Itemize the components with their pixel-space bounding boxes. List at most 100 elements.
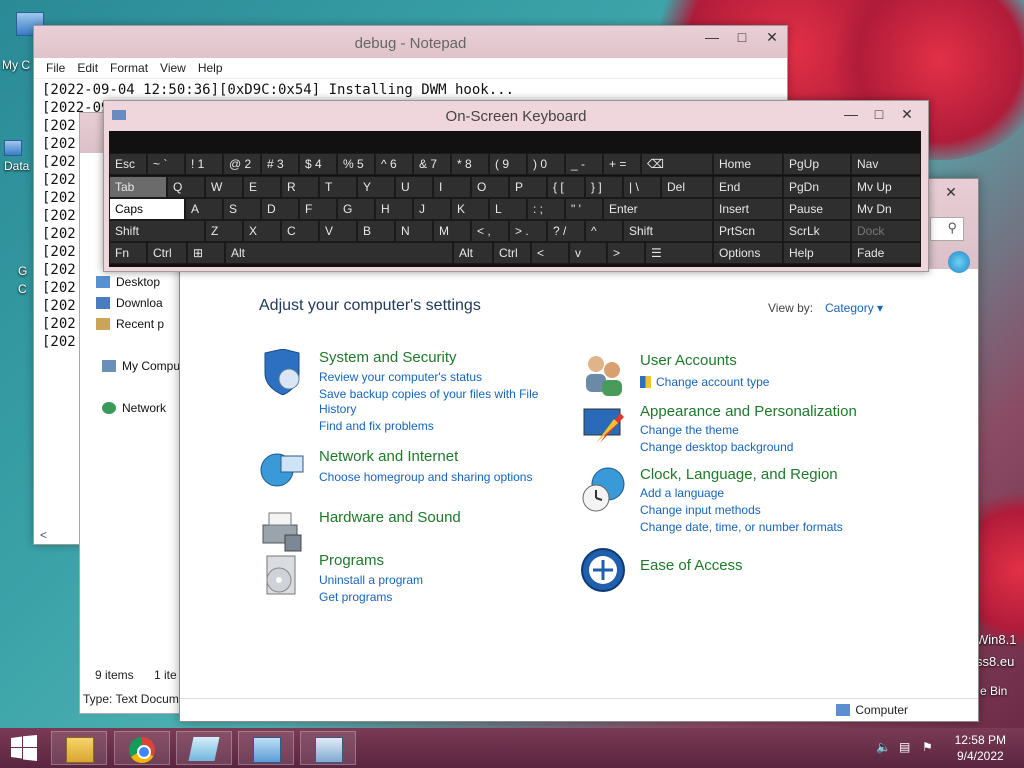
key-[interactable]: + = bbox=[603, 153, 641, 175]
category-title[interactable]: System and Security bbox=[319, 349, 457, 366]
scroll-left-button[interactable]: < bbox=[34, 528, 80, 544]
link-uninstall[interactable]: Uninstall a program bbox=[319, 573, 423, 587]
key-fade[interactable]: Fade bbox=[851, 242, 921, 264]
link-save-backup[interactable]: Save backup copies of your files with Fi… bbox=[319, 387, 538, 401]
menu-file[interactable]: File bbox=[40, 58, 71, 78]
key-0[interactable]: ) 0 bbox=[527, 153, 565, 175]
key-2[interactable]: @ 2 bbox=[223, 153, 261, 175]
menu-edit[interactable]: Edit bbox=[71, 58, 104, 78]
key-v[interactable]: v bbox=[569, 242, 607, 264]
notepad-titlebar[interactable]: debug - Notepad — □ ✕ bbox=[34, 26, 787, 58]
key-n[interactable]: N bbox=[395, 220, 433, 242]
link-date-time-formats[interactable]: Change date, time, or number formats bbox=[640, 520, 843, 534]
key-a[interactable]: A bbox=[185, 198, 223, 220]
key-help[interactable]: Help bbox=[783, 242, 851, 264]
key-7[interactable]: & 7 bbox=[413, 153, 451, 175]
network-tray-icon[interactable]: ▤ bbox=[899, 740, 913, 754]
key-ctrl[interactable]: Ctrl bbox=[493, 242, 531, 264]
key-enter[interactable]: Enter bbox=[603, 198, 713, 220]
key-y[interactable]: Y bbox=[357, 176, 395, 198]
key-caps[interactable]: Caps bbox=[109, 198, 185, 220]
search-input[interactable]: ⚲ bbox=[930, 217, 964, 241]
key-mv-up[interactable]: Mv Up bbox=[851, 176, 921, 198]
taskbar-chrome[interactable] bbox=[114, 731, 170, 765]
key-ctrl[interactable]: Ctrl bbox=[147, 242, 187, 264]
key-w[interactable]: W bbox=[205, 176, 243, 198]
key-5[interactable]: % 5 bbox=[337, 153, 375, 175]
key-1[interactable]: ! 1 bbox=[185, 153, 223, 175]
key-end[interactable]: End bbox=[713, 176, 783, 198]
key-v[interactable]: V bbox=[319, 220, 357, 242]
category-title[interactable]: Appearance and Personalization bbox=[640, 403, 857, 420]
key-tab[interactable]: Tab bbox=[109, 176, 167, 198]
link-get-programs[interactable]: Get programs bbox=[319, 590, 392, 604]
key-[interactable]: < bbox=[531, 242, 569, 264]
minimize-button[interactable]: — bbox=[836, 103, 866, 125]
key-d[interactable]: D bbox=[261, 198, 299, 220]
desktop-icon-c[interactable]: C bbox=[18, 282, 27, 296]
key-[interactable]: > . bbox=[509, 220, 547, 242]
taskbar-notepad[interactable] bbox=[176, 731, 232, 765]
key-i[interactable]: I bbox=[433, 176, 471, 198]
key-[interactable]: ^ bbox=[585, 220, 623, 242]
key-alt[interactable]: Alt bbox=[453, 242, 493, 264]
key-j[interactable]: J bbox=[413, 198, 451, 220]
close-button[interactable]: ✕ bbox=[936, 181, 966, 203]
key-esc[interactable]: Esc bbox=[109, 153, 147, 175]
link-input-methods[interactable]: Change input methods bbox=[640, 503, 761, 517]
key-del[interactable]: Del bbox=[661, 176, 713, 198]
category-title[interactable]: Network and Internet bbox=[319, 448, 458, 465]
category-title[interactable]: Ease of Access bbox=[640, 557, 743, 574]
key-prtscn[interactable]: PrtScn bbox=[713, 220, 783, 242]
link-change-theme[interactable]: Change the theme bbox=[640, 423, 739, 437]
link-file-history[interactable]: History bbox=[319, 402, 356, 416]
key-nav[interactable]: Nav bbox=[851, 153, 921, 175]
key-[interactable]: { [ bbox=[547, 176, 585, 198]
key-z[interactable]: Z bbox=[205, 220, 243, 242]
key-[interactable]: : ; bbox=[527, 198, 565, 220]
key-o[interactable]: O bbox=[471, 176, 509, 198]
key-options[interactable]: Options bbox=[713, 242, 783, 264]
start-button[interactable] bbox=[0, 728, 48, 768]
key-pgup[interactable]: PgUp bbox=[783, 153, 851, 175]
key-scrlk[interactable]: ScrLk bbox=[783, 220, 851, 242]
key-pause[interactable]: Pause bbox=[783, 198, 851, 220]
on-screen-keyboard-window[interactable]: On-Screen Keyboard — □ ✕ Esc ~ `! 1 @ 2 # 3… bbox=[103, 100, 929, 272]
key-3[interactable]: # 3 bbox=[261, 153, 299, 175]
key-4[interactable]: $ 4 bbox=[299, 153, 337, 175]
key-u[interactable]: U bbox=[395, 176, 433, 198]
key-shift[interactable]: Shift bbox=[623, 220, 713, 242]
key-fn[interactable]: Fn bbox=[109, 242, 147, 264]
link-homegroup[interactable]: Choose homegroup and sharing options bbox=[319, 470, 532, 484]
system-clock[interactable]: 12:58 PM 9/4/2022 bbox=[955, 732, 1006, 764]
key-g[interactable]: G bbox=[337, 198, 375, 220]
key-h[interactable]: H bbox=[375, 198, 413, 220]
nav-network[interactable]: Network bbox=[102, 401, 166, 415]
key-[interactable]: " ' bbox=[565, 198, 603, 220]
key-c[interactable]: C bbox=[281, 220, 319, 242]
category-title[interactable]: Programs bbox=[319, 552, 384, 569]
key-e[interactable]: E bbox=[243, 176, 281, 198]
key-pgdn[interactable]: PgDn bbox=[783, 176, 851, 198]
key-[interactable]: ~ ` bbox=[147, 153, 185, 175]
backspace-key[interactable]: ⌫ bbox=[641, 153, 713, 175]
key-[interactable]: ⊞ bbox=[187, 242, 225, 264]
category-title[interactable]: Clock, Language, and Region bbox=[640, 466, 838, 483]
key-[interactable]: } ] bbox=[585, 176, 623, 198]
key-[interactable]: ☰ bbox=[645, 242, 713, 264]
view-by-dropdown[interactable]: Category ▾ bbox=[825, 301, 883, 315]
key-[interactable]: | \ bbox=[623, 176, 661, 198]
close-button[interactable]: ✕ bbox=[757, 26, 787, 48]
desktop-icon-g[interactable]: G bbox=[18, 264, 27, 278]
menu-view[interactable]: View bbox=[154, 58, 192, 78]
key-s[interactable]: S bbox=[223, 198, 261, 220]
key-9[interactable]: ( 9 bbox=[489, 153, 527, 175]
link-add-language[interactable]: Add a language bbox=[640, 486, 724, 500]
key-b[interactable]: B bbox=[357, 220, 395, 242]
key-dock[interactable]: Dock bbox=[851, 220, 921, 242]
key-p[interactable]: P bbox=[509, 176, 547, 198]
nav-recent[interactable]: Recent p bbox=[96, 317, 164, 331]
key-t[interactable]: T bbox=[319, 176, 357, 198]
key-[interactable]: ? / bbox=[547, 220, 585, 242]
link-desktop-background[interactable]: Change desktop background bbox=[640, 440, 793, 454]
